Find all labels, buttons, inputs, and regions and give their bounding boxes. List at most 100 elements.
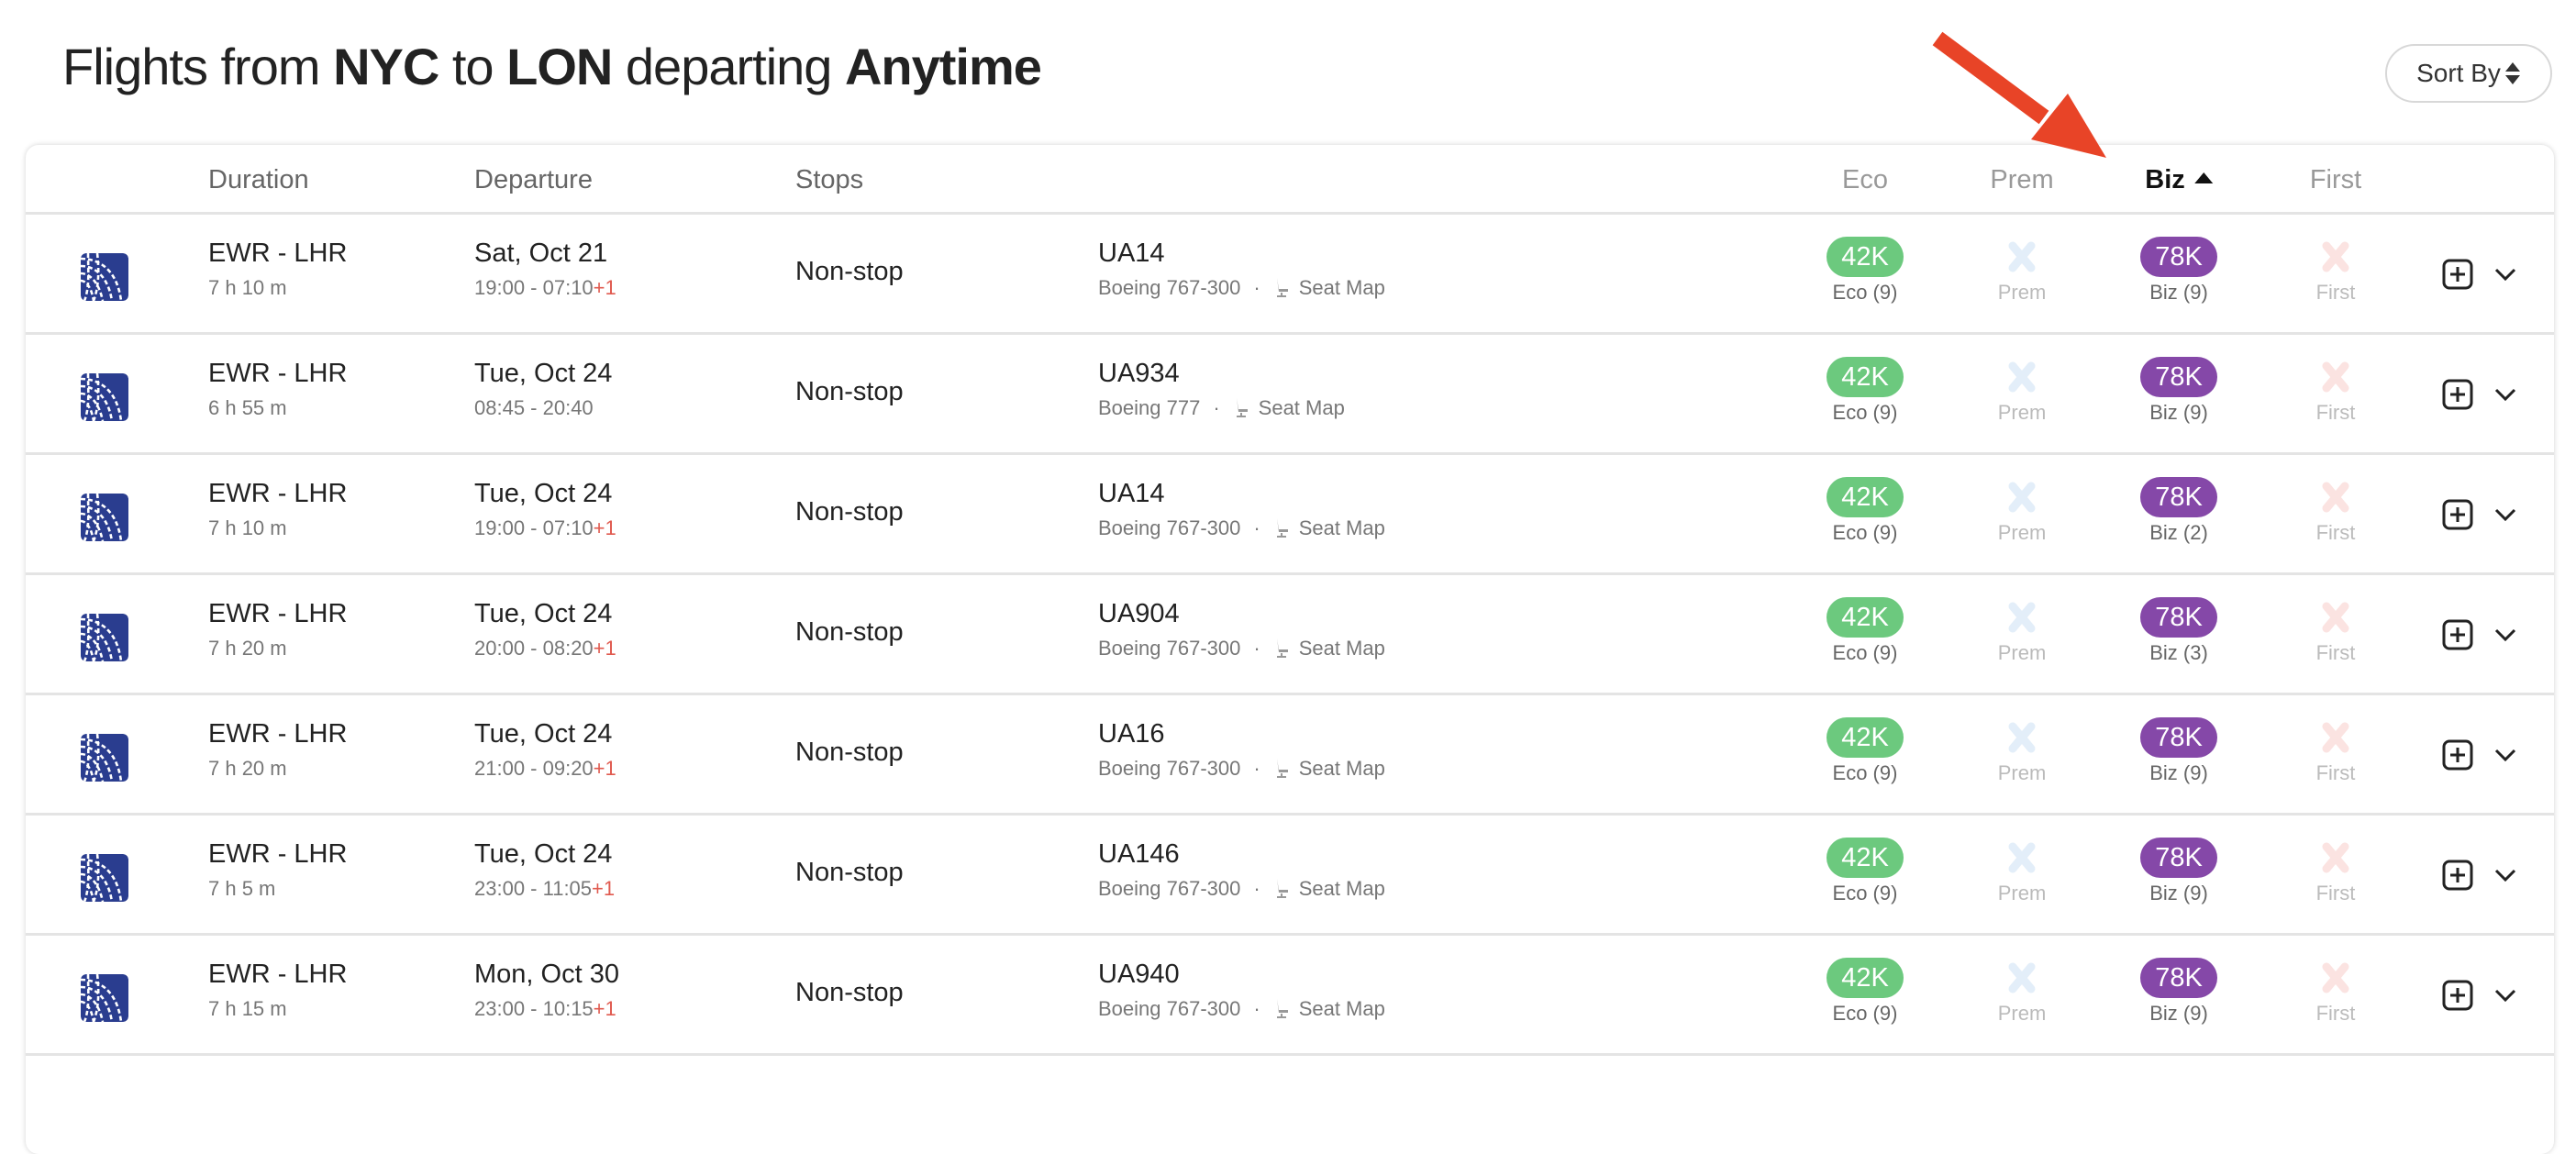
eco-price-pill[interactable]: 42K <box>1827 237 1904 277</box>
row-actions <box>2442 499 2517 530</box>
add-plus-square-icon[interactable] <box>2442 259 2473 290</box>
biz-fare[interactable]: 78K Biz (9) <box>2124 838 2234 905</box>
add-plus-square-icon[interactable] <box>2442 619 2473 650</box>
title-when: Anytime <box>844 38 1042 95</box>
seat-map-link[interactable]: Seat Map <box>1273 877 1385 900</box>
aircraft-info: Boeing 767-300 · Seat Map <box>1098 757 1385 781</box>
biz-price-pill[interactable]: 78K <box>2140 357 2217 397</box>
seat-map-link[interactable]: Seat Map <box>1273 757 1385 780</box>
stops: Non-stop <box>795 978 904 1007</box>
flight-row[interactable]: EWR - LHR 7 h 5 m Tue, Oct 24 23:00 - 11… <box>26 816 2554 936</box>
chevron-down-icon[interactable] <box>2493 867 2517 883</box>
first-label: First <box>2315 401 2356 424</box>
eco-price-pill[interactable]: 42K <box>1827 477 1904 517</box>
seat-map-link[interactable]: Seat Map <box>1273 997 1385 1020</box>
biz-price-pill[interactable]: 78K <box>2140 597 2217 638</box>
eco-fare[interactable]: 42K Eco (9) <box>1810 717 1920 785</box>
first-label: First <box>2315 882 2356 904</box>
biz-fare[interactable]: 78K Biz (3) <box>2124 597 2234 665</box>
header-eco[interactable]: Eco <box>1842 165 1888 195</box>
header-duration[interactable]: Duration <box>208 165 309 195</box>
united-airlines-logo-icon <box>81 494 128 541</box>
header-stops[interactable]: Stops <box>795 165 863 195</box>
first-fare: First <box>2281 838 2391 905</box>
flight-row[interactable]: EWR - LHR 7 h 15 m Mon, Oct 30 23:00 - 1… <box>26 936 2554 1056</box>
biz-fare[interactable]: 78K Biz (9) <box>2124 717 2234 785</box>
biz-fare[interactable]: 78K Biz (2) <box>2124 477 2234 545</box>
times: 21:00 - 09:20 <box>474 757 594 780</box>
chevron-down-icon[interactable] <box>2493 386 2517 403</box>
biz-price-pill[interactable]: 78K <box>2140 717 2217 758</box>
next-day-indicator: +1 <box>593 757 616 780</box>
eco-fare[interactable]: 42K Eco (9) <box>1810 237 1920 305</box>
header-biz[interactable]: Biz <box>2145 165 2213 195</box>
separator-dot: · <box>1253 516 1260 539</box>
seat-icon <box>1276 759 1288 778</box>
seat-map-label: Seat Map <box>1298 877 1385 900</box>
flight-number: UA14 <box>1098 479 1165 508</box>
flight-row[interactable]: EWR - LHR 7 h 10 m Sat, Oct 21 19:00 - 0… <box>26 215 2554 335</box>
chevron-down-icon[interactable] <box>2493 506 2517 523</box>
unavailable-x-icon <box>2322 962 2349 993</box>
united-airlines-logo-icon <box>81 253 128 301</box>
eco-fare[interactable]: 42K Eco (9) <box>1810 958 1920 1026</box>
biz-price-pill[interactable]: 78K <box>2140 477 2217 517</box>
aircraft: Boeing 767-300 <box>1098 276 1241 299</box>
flight-row[interactable]: EWR - LHR 7 h 20 m Tue, Oct 24 20:00 - 0… <box>26 575 2554 695</box>
add-plus-square-icon[interactable] <box>2442 860 2473 891</box>
eco-price-pill[interactable]: 42K <box>1827 838 1904 878</box>
seat-map-link[interactable]: Seat Map <box>1273 637 1385 660</box>
departure-date: Tue, Oct 24 <box>474 839 613 869</box>
eco-fare[interactable]: 42K Eco (9) <box>1810 357 1920 425</box>
eco-price-pill[interactable]: 42K <box>1827 958 1904 998</box>
unavailable-x-icon <box>2008 241 2036 272</box>
next-day-indicator: +1 <box>593 637 616 660</box>
biz-price-pill[interactable]: 78K <box>2140 838 2217 878</box>
eco-fare[interactable]: 42K Eco (9) <box>1810 477 1920 545</box>
separator-dot: · <box>1253 757 1260 780</box>
add-plus-square-icon[interactable] <box>2442 980 2473 1011</box>
flight-row[interactable]: EWR - LHR 7 h 10 m Tue, Oct 24 19:00 - 0… <box>26 455 2554 575</box>
duration: 7 h 10 m <box>208 276 287 299</box>
biz-price-pill[interactable]: 78K <box>2140 958 2217 998</box>
eco-price-pill[interactable]: 42K <box>1827 597 1904 638</box>
biz-availability: Biz (9) <box>2149 1002 2208 1025</box>
flight-row[interactable]: EWR - LHR 6 h 55 m Tue, Oct 24 08:45 - 2… <box>26 335 2554 455</box>
add-plus-square-icon[interactable] <box>2442 499 2473 530</box>
chevron-down-icon[interactable] <box>2493 266 2517 283</box>
header-departure[interactable]: Departure <box>474 165 593 195</box>
times: 08:45 - 20:40 <box>474 396 594 419</box>
chevron-down-icon[interactable] <box>2493 627 2517 643</box>
sort-by-button[interactable]: Sort By <box>2385 44 2552 103</box>
header-first[interactable]: First <box>2310 165 2361 195</box>
eco-price-pill[interactable]: 42K <box>1827 357 1904 397</box>
add-plus-square-icon[interactable] <box>2442 379 2473 410</box>
sort-by-label: Sort By <box>2416 59 2501 87</box>
flight-row[interactable]: EWR - LHR 7 h 20 m Tue, Oct 24 21:00 - 0… <box>26 695 2554 816</box>
header-prem[interactable]: Prem <box>1990 165 2053 195</box>
prem-label: Prem <box>1997 882 2047 904</box>
add-plus-square-icon[interactable] <box>2442 739 2473 771</box>
next-day-indicator: +1 <box>593 276 616 299</box>
chevron-down-icon[interactable] <box>2493 747 2517 763</box>
biz-fare[interactable]: 78K Biz (9) <box>2124 958 2234 1026</box>
chevron-down-icon[interactable] <box>2493 987 2517 1004</box>
route: EWR - LHR <box>208 599 348 628</box>
page-title: Flights from NYC to LON departing Anytim… <box>62 37 1042 96</box>
first-label: First <box>2315 521 2356 544</box>
seat-map-link[interactable]: Seat Map <box>1273 516 1385 539</box>
biz-price-pill[interactable]: 78K <box>2140 237 2217 277</box>
biz-availability: Biz (3) <box>2149 641 2208 664</box>
eco-price-pill[interactable]: 42K <box>1827 717 1904 758</box>
eco-availability: Eco (9) <box>1832 281 1898 304</box>
eco-fare[interactable]: 42K Eco (9) <box>1810 597 1920 665</box>
seat-map-link[interactable]: Seat Map <box>1233 396 1345 419</box>
seat-map-link[interactable]: Seat Map <box>1273 276 1385 299</box>
biz-fare[interactable]: 78K Biz (9) <box>2124 237 2234 305</box>
biz-fare[interactable]: 78K Biz (9) <box>2124 357 2234 425</box>
unavailable-x-icon <box>2322 602 2349 633</box>
row-actions <box>2442 379 2517 410</box>
eco-fare[interactable]: 42K Eco (9) <box>1810 838 1920 905</box>
row-actions <box>2442 259 2517 290</box>
stops: Non-stop <box>795 617 904 647</box>
